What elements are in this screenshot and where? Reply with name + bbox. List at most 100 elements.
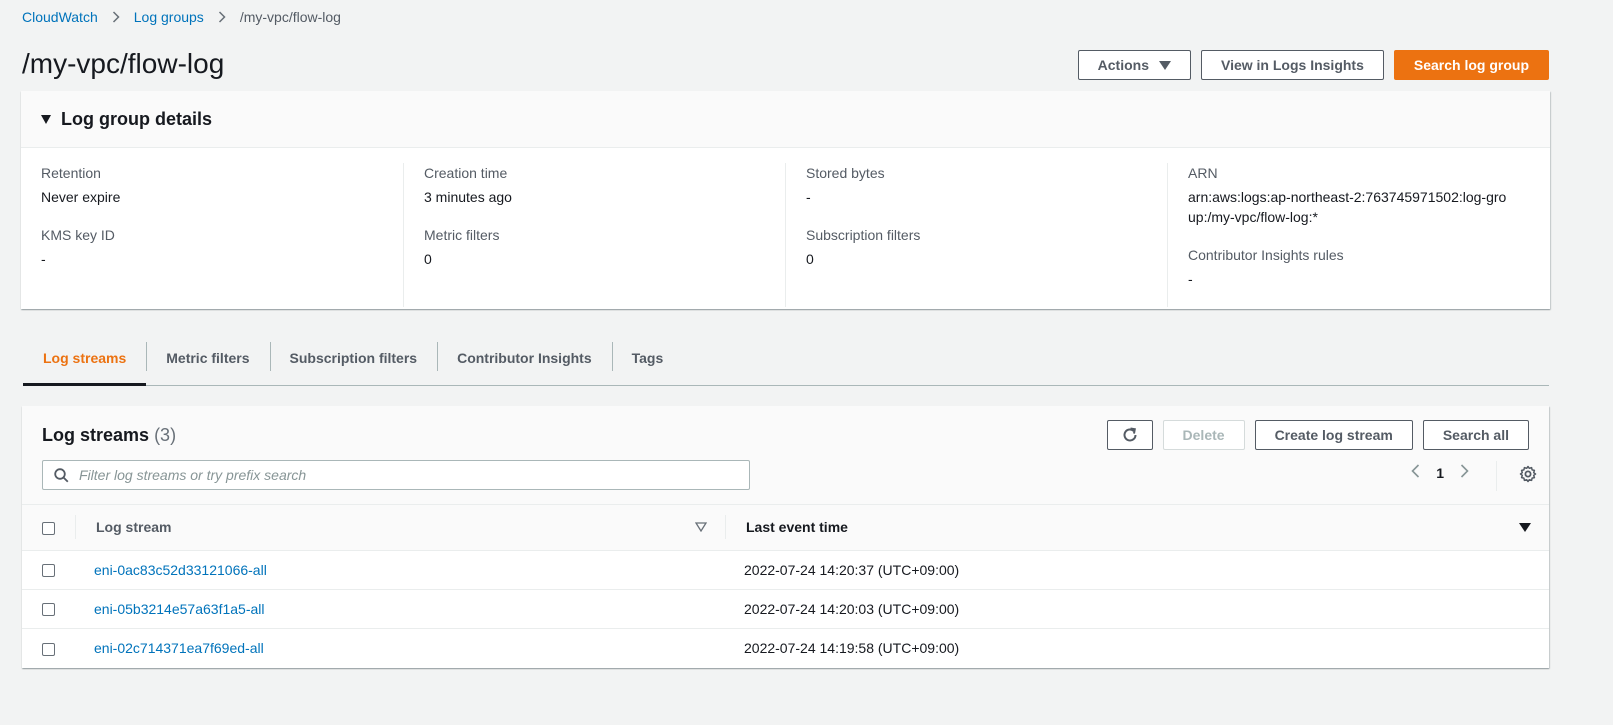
log-stream-cell: eni-0ac83c52d33121066-all	[75, 550, 725, 589]
column-log-stream[interactable]: Log stream	[75, 505, 725, 550]
refresh-icon	[1123, 427, 1137, 442]
table-row: eni-0ac83c52d33121066-all 2022-07-24 14:…	[22, 550, 1549, 589]
details-column-1: Retention Never expire KMS key ID -	[21, 163, 403, 307]
view-in-logs-insights-button[interactable]: View in Logs Insights	[1201, 50, 1384, 80]
row-checkbox[interactable]	[42, 603, 55, 617]
pagination: 1	[1411, 464, 1469, 481]
breadcrumb-log-groups[interactable]: Log groups	[134, 9, 204, 25]
metric-filters-value: 0	[424, 251, 432, 267]
details-column-4: ARN arn:aws:logs:ap-northeast-2:76374597…	[1167, 163, 1537, 307]
stored-bytes-label: Stored bytes	[806, 165, 885, 181]
log-streams-panel: Log streams (3) Delete Create log stream…	[22, 406, 1549, 668]
contributor-insights-field: Contributor Insights rules -	[1188, 245, 1537, 289]
row-select-cell	[22, 550, 75, 589]
tab-subscription-filters[interactable]: Subscription filters	[269, 330, 438, 385]
subscription-filters-label: Subscription filters	[806, 227, 921, 243]
tab-log-streams[interactable]: Log streams	[23, 330, 147, 386]
arn-value: arn:aws:logs:ap-northeast-2:763745971502…	[1188, 189, 1507, 225]
arn-field: ARN arn:aws:logs:ap-northeast-2:76374597…	[1188, 163, 1537, 227]
contributor-insights-value: -	[1188, 271, 1193, 287]
kms-label: KMS key ID	[41, 227, 115, 243]
log-stream-link[interactable]: eni-02c714371ea7f69ed-all	[94, 640, 264, 656]
breadcrumb-current: /my-vpc/flow-log	[239, 9, 341, 25]
breadcrumb: CloudWatch Log groups /my-vpc/flow-log	[22, 8, 341, 26]
details-column-3: Stored bytes - Subscription filters 0	[785, 163, 1167, 307]
row-select-cell	[22, 628, 75, 667]
metric-filters-field: Metric filters 0	[424, 225, 785, 269]
chevron-left-icon[interactable]	[1411, 464, 1420, 481]
arn-label: ARN	[1188, 165, 1218, 181]
table-header-row: Log stream Last event time	[22, 505, 1549, 550]
log-stream-link[interactable]: eni-0ac83c52d33121066-all	[94, 562, 267, 578]
details-header-toggle[interactable]: Log group details	[21, 91, 1550, 148]
log-streams-count: (3)	[154, 425, 177, 445]
log-streams-header: Log streams (3) Delete Create log stream…	[22, 406, 1549, 505]
details-grid: Retention Never expire KMS key ID - Crea…	[21, 148, 1550, 307]
tab-metric-filters[interactable]: Metric filters	[146, 330, 269, 385]
column-last-event-time[interactable]: Last event time	[725, 505, 1549, 550]
column-log-stream-label: Log stream	[96, 519, 172, 536]
row-checkbox[interactable]	[42, 564, 55, 578]
search-all-button[interactable]: Search all	[1422, 420, 1529, 450]
stored-bytes-value: -	[806, 189, 811, 205]
details-title: Log group details	[61, 108, 212, 129]
page-number[interactable]: 1	[1436, 465, 1444, 481]
log-streams-actions: Delete Create log stream Search all	[1106, 420, 1529, 450]
column-last-event-time-label: Last event time	[746, 519, 848, 536]
page-title: /my-vpc/flow-log	[22, 48, 225, 79]
log-group-details-panel: Log group details Retention Never expire…	[21, 91, 1550, 309]
table-row: eni-05b3214e57a63f1a5-all 2022-07-24 14:…	[22, 589, 1549, 628]
last-event-time-cell: 2022-07-24 14:20:37 (UTC+09:00)	[744, 561, 960, 578]
tabs: Log streams Metric filters Subscription …	[23, 330, 1549, 386]
contributor-insights-label: Contributor Insights rules	[1188, 247, 1344, 263]
chevron-right-icon[interactable]	[1460, 464, 1469, 481]
chevron-right-icon	[218, 11, 226, 23]
table-row: eni-02c714371ea7f69ed-all 2022-07-24 14:…	[22, 628, 1549, 667]
actions-dropdown-button[interactable]: Actions	[1077, 50, 1191, 80]
actions-label: Actions	[1097, 57, 1149, 73]
log-stream-filter	[42, 460, 750, 490]
expand-triangle-icon	[41, 114, 51, 124]
retention-value: Never expire	[41, 189, 121, 205]
creation-time-field: Creation time 3 minutes ago	[424, 163, 785, 207]
select-all-checkbox[interactable]	[42, 522, 55, 536]
kms-value: -	[41, 251, 46, 267]
sort-descending-icon	[1519, 522, 1531, 532]
log-stream-cell: eni-02c714371ea7f69ed-all	[75, 628, 725, 667]
log-stream-cell: eni-05b3214e57a63f1a5-all	[75, 589, 725, 628]
search-log-group-button[interactable]: Search log group	[1393, 50, 1549, 80]
chevron-right-icon	[112, 11, 120, 23]
breadcrumb-cloudwatch[interactable]: CloudWatch	[22, 9, 98, 25]
details-column-2: Creation time 3 minutes ago Metric filte…	[403, 163, 785, 307]
caret-down-icon	[1159, 60, 1171, 70]
search-icon	[54, 467, 69, 482]
subscription-filters-field: Subscription filters 0	[806, 225, 1167, 269]
pager-divider	[1496, 461, 1497, 491]
log-streams-title-text: Log streams	[42, 425, 150, 445]
log-stream-link[interactable]: eni-05b3214e57a63f1a5-all	[94, 601, 264, 617]
tab-tags[interactable]: Tags	[611, 330, 684, 385]
sort-icon	[694, 519, 708, 535]
select-all-cell	[22, 505, 75, 550]
retention-label: Retention	[41, 165, 101, 181]
creation-time-label: Creation time	[424, 165, 508, 181]
retention-field: Retention Never expire	[41, 163, 403, 207]
last-event-time-cell: 2022-07-24 14:19:58 (UTC+09:00)	[744, 639, 960, 656]
last-event-time-cell: 2022-07-24 14:20:03 (UTC+09:00)	[744, 600, 960, 617]
tab-contributor-insights[interactable]: Contributor Insights	[437, 330, 612, 385]
metric-filters-label: Metric filters	[424, 227, 500, 243]
creation-time-value: 3 minutes ago	[424, 189, 512, 205]
delete-button[interactable]: Delete	[1162, 420, 1245, 450]
log-streams-title: Log streams (3)	[42, 425, 176, 446]
row-select-cell	[22, 589, 75, 628]
kms-field: KMS key ID -	[41, 225, 403, 269]
create-log-stream-button[interactable]: Create log stream	[1254, 420, 1413, 450]
log-streams-table: Log stream Last event time eni-0ac83c52d…	[22, 505, 1549, 667]
settings-gear-icon[interactable]	[1519, 465, 1537, 486]
stored-bytes-field: Stored bytes -	[806, 163, 1167, 207]
filter-input[interactable]	[77, 462, 749, 488]
refresh-button[interactable]	[1106, 420, 1153, 450]
header-actions: Actions View in Logs Insights Search log…	[1077, 50, 1549, 80]
subscription-filters-value: 0	[806, 251, 814, 267]
row-checkbox[interactable]	[42, 642, 55, 656]
